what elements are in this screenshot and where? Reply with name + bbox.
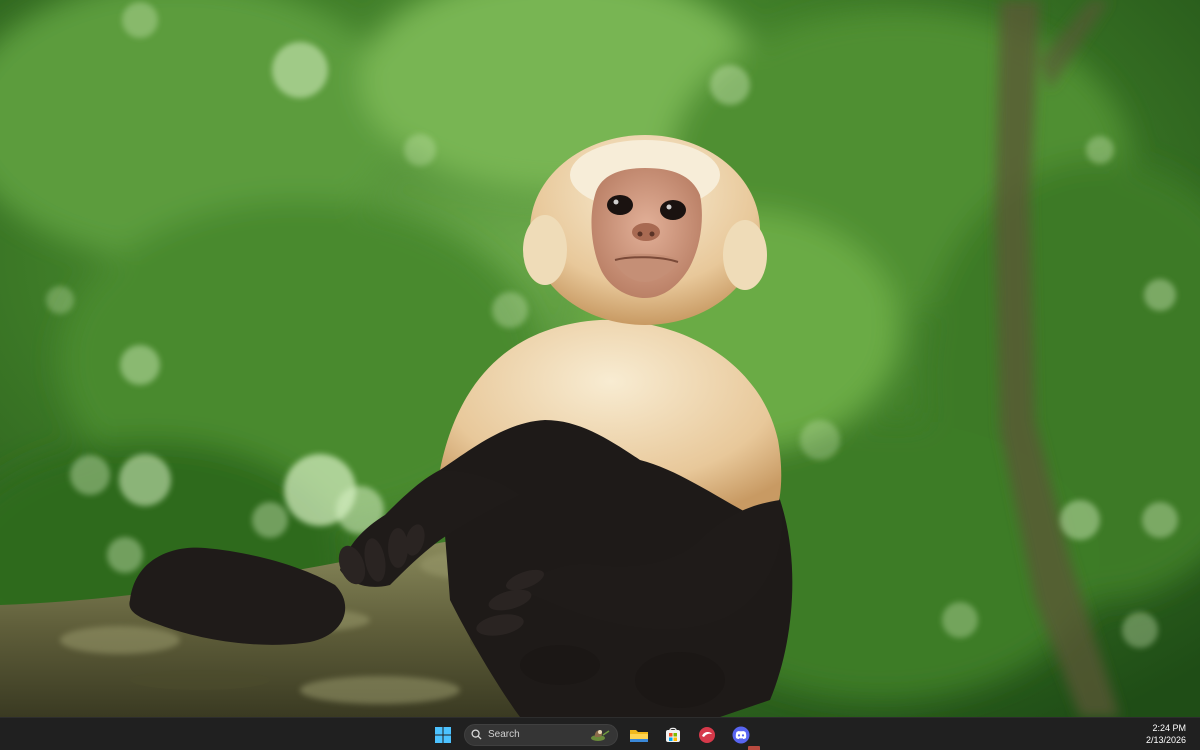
taskbar-app-microsoft-store[interactable]: [660, 722, 686, 748]
desktop-wallpaper: [0, 0, 1200, 717]
search-placeholder: Search: [488, 729, 520, 740]
search-icon: [471, 729, 482, 740]
taskbar-app-red[interactable]: [694, 722, 720, 748]
taskbar-search-box[interactable]: Search: [464, 723, 618, 746]
microsoft-store-icon: [666, 727, 680, 742]
red-app-icon: [699, 726, 715, 743]
clock-date: 2/13/2026: [1145, 735, 1186, 745]
taskbar-app-file-explorer[interactable]: [626, 722, 652, 748]
file-explorer-icon: [630, 729, 648, 742]
taskbar: Search 2:24 PM 2/13/2026: [0, 717, 1200, 750]
windows-logo-icon: [435, 726, 451, 743]
taskbar-app-discord[interactable]: [728, 722, 754, 748]
taskbar-center: Search: [430, 718, 754, 750]
desktop: Search 2:24 PM 2/13/2026: [0, 0, 1200, 750]
clock-time: 2:24 PM: [1152, 723, 1186, 733]
system-clock[interactable]: 2:24 PM 2/13/2026: [1146, 722, 1186, 746]
discord-icon: [732, 726, 750, 743]
running-app-indicator: [748, 746, 760, 750]
search-highlight-illustration-icon: [589, 727, 611, 743]
start-button[interactable]: [430, 722, 456, 748]
